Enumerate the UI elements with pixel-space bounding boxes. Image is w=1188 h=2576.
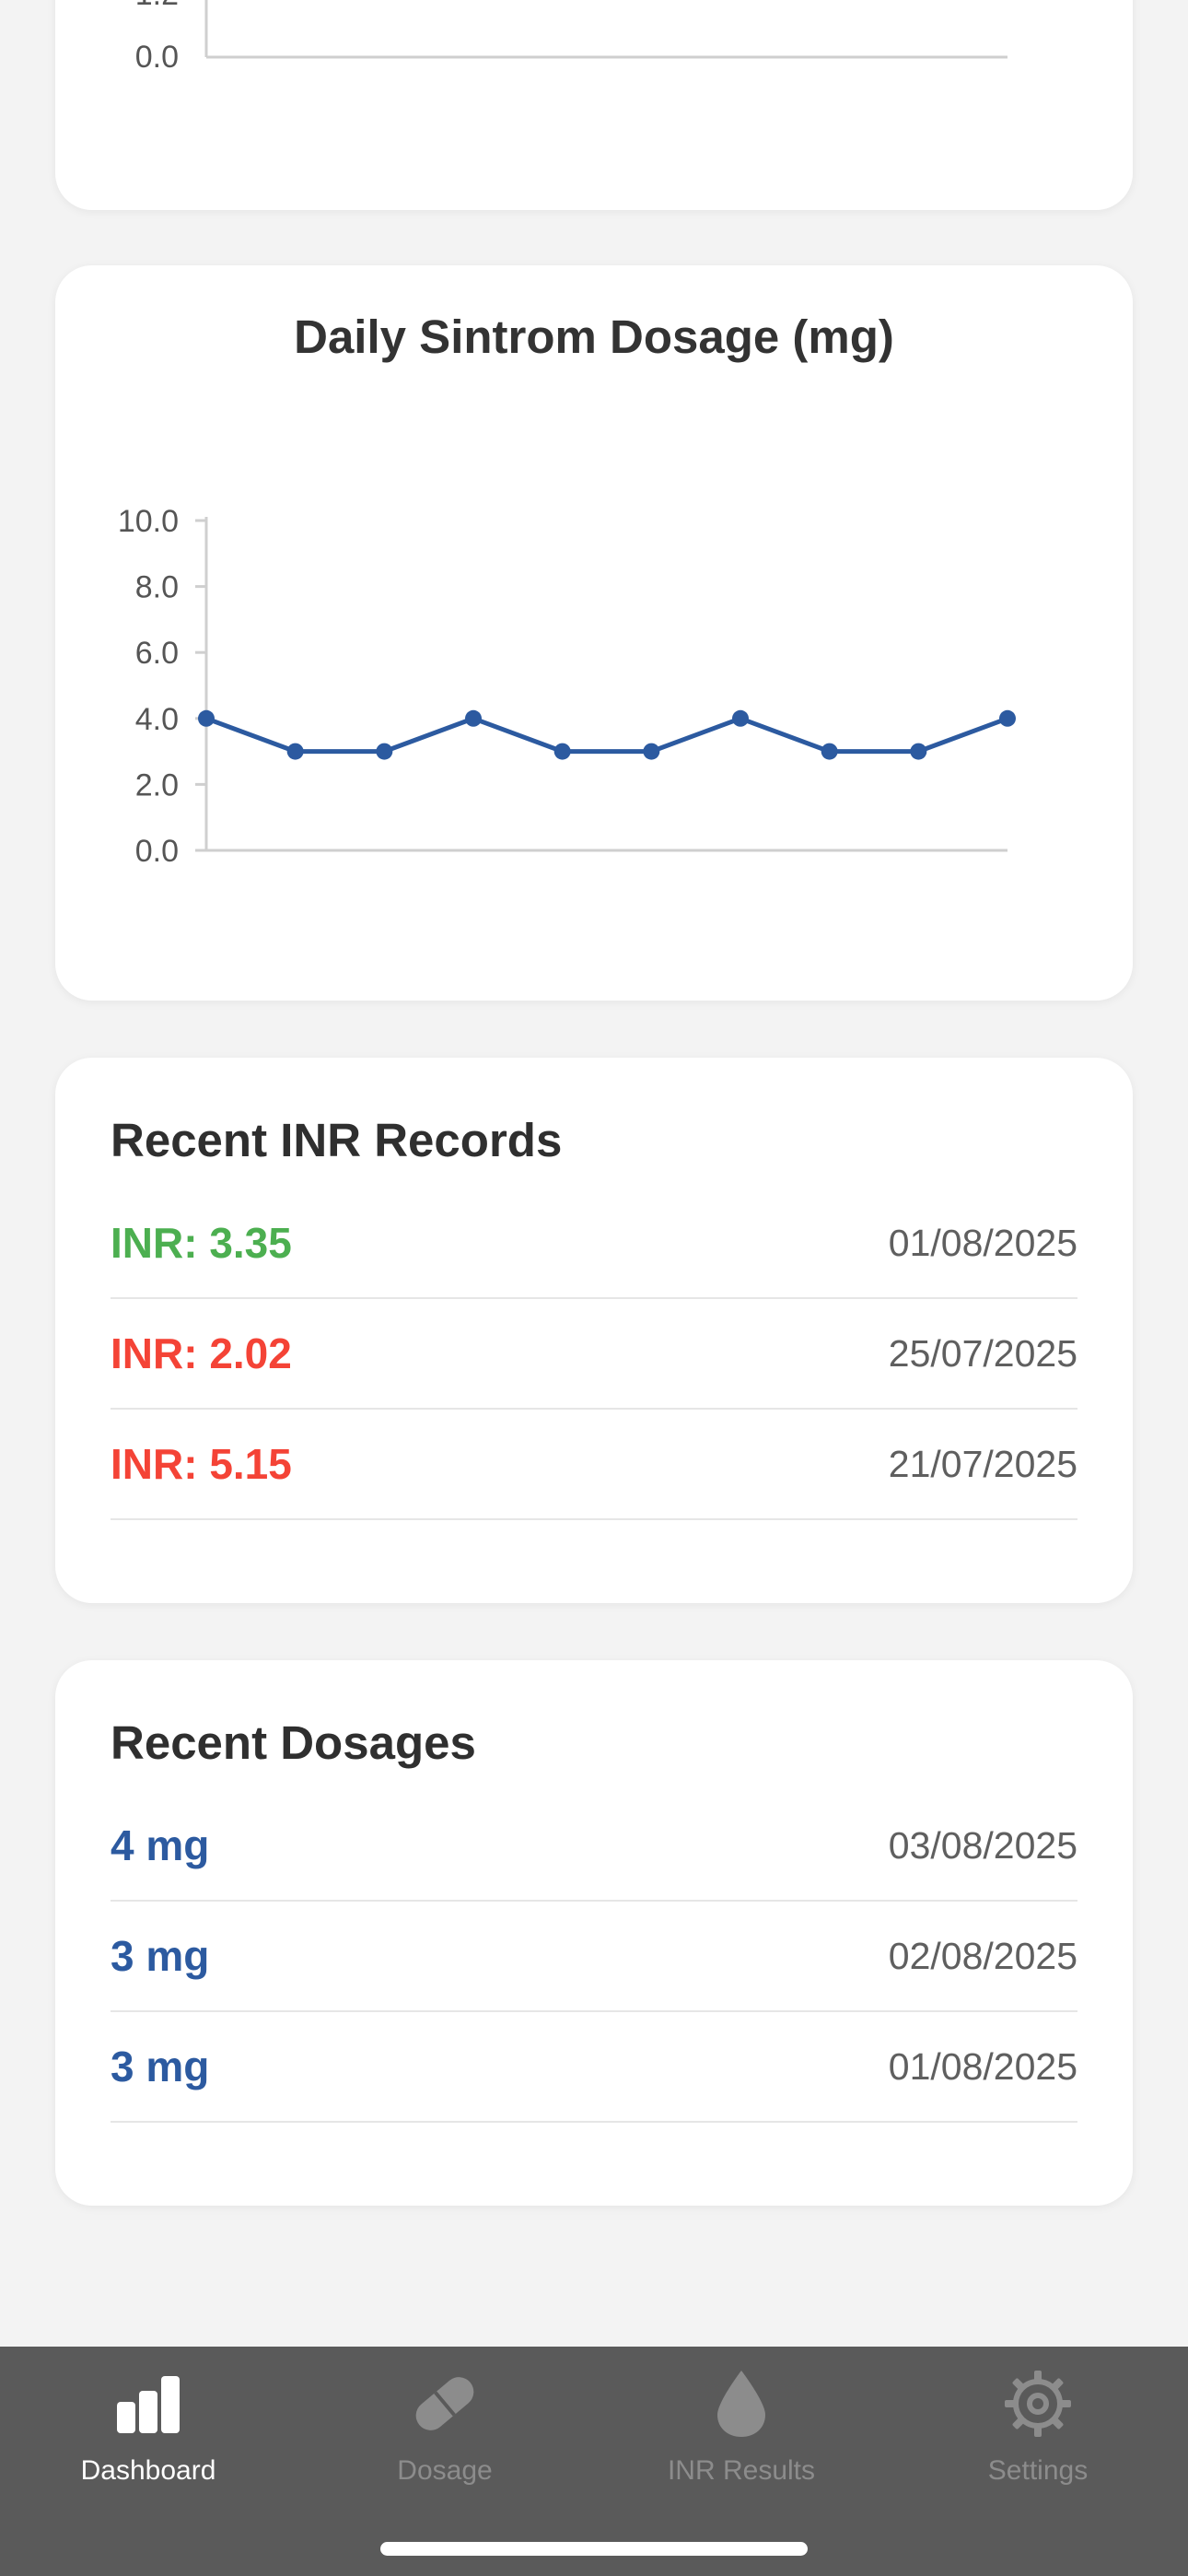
home-indicator[interactable] (380, 2542, 808, 2556)
drop-icon (717, 2371, 765, 2437)
dosage-chart-tick-label: 8.0 (135, 570, 179, 605)
dosage-record-row[interactable]: 4 mg 03/08/2025 (111, 1791, 1077, 1902)
inr-record-row[interactable]: INR: 5.15 21/07/2025 (111, 1410, 1077, 1520)
dosage-data-point[interactable] (821, 743, 838, 760)
dosage-record-value: 3 mg (111, 2043, 210, 2090)
gear-icon (1005, 2371, 1071, 2437)
dosage-record-date: 03/08/2025 (888, 1823, 1077, 1867)
dosage-chart: 10.0 8.0 6.0 4.0 2.0 0.0 (118, 504, 1016, 869)
dosage-series-line (205, 716, 1008, 755)
dosage-record-value: 4 mg (111, 1821, 210, 1869)
inr-chart-tick-label: 1.2 (135, 0, 179, 12)
dosage-chart-card: Daily Sintrom Dosage (mg) 10.0 8.0 6.0 4.0 2… (55, 265, 1133, 1001)
recent-inr-title: Recent INR Records (111, 1114, 563, 1166)
dosage-chart-tick-label: 4.0 (135, 702, 179, 737)
dosage-record-row[interactable]: 3 mg 01/08/2025 (111, 2012, 1077, 2123)
inr-record-row[interactable]: INR: 2.02 25/07/2025 (111, 1299, 1077, 1410)
dosage-chart-tick-label: 6.0 (135, 636, 179, 671)
dosage-data-point[interactable] (999, 709, 1016, 727)
pill-icon (415, 2377, 474, 2430)
dosage-chart-tick-label: 2.0 (135, 767, 179, 802)
tab-settings[interactable]: Settings (890, 2347, 1186, 2531)
dosage-record-row[interactable]: 3 mg 02/08/2025 (111, 1902, 1077, 2012)
dosage-chart-tick-label: 0.0 (135, 834, 179, 869)
dosage-data-point[interactable] (198, 709, 215, 727)
tab-label: Settings (987, 2455, 1089, 2486)
tab-inr-results[interactable]: INR Results (593, 2347, 890, 2531)
dosage-data-point[interactable] (376, 743, 393, 760)
tab-dosage[interactable]: Dosage (297, 2347, 593, 2531)
inr-record-value: INR: 5.15 (111, 1440, 292, 1488)
dosage-data-point[interactable] (553, 743, 571, 760)
recent-dosages-title: Recent Dosages (111, 1716, 476, 1769)
recent-dosages-card: Recent Dosages 4 mg 03/08/2025 3 mg 02/0… (55, 1660, 1133, 2206)
dosage-record-date: 01/08/2025 (888, 2044, 1077, 2088)
dosage-chart-tick-label: 10.0 (118, 504, 179, 539)
tab-label: Dosage (397, 2455, 493, 2486)
inr-record-date: 01/08/2025 (888, 1221, 1077, 1264)
inr-record-date: 25/07/2025 (888, 1331, 1077, 1375)
dosage-record-value: 3 mg (111, 1932, 210, 1980)
recent-inr-card: Recent INR Records INR: 3.35 01/08/2025 … (55, 1058, 1133, 1603)
inr-chart-card: 1.2 0.0 (55, 0, 1133, 210)
tab-label: INR Results (667, 2455, 816, 2486)
bar-chart-icon (117, 2376, 180, 2433)
inr-chart-tick-label: 0.0 (135, 40, 179, 75)
dosage-data-point[interactable] (732, 709, 749, 727)
dosage-data-point[interactable] (286, 743, 304, 760)
inr-record-value: INR: 2.02 (111, 1329, 292, 1377)
inr-record-row[interactable]: INR: 3.35 01/08/2025 (111, 1188, 1077, 1299)
tab-label: Dashboard (80, 2455, 216, 2486)
tab-dashboard[interactable]: Dashboard (0, 2347, 297, 2531)
dosage-data-point[interactable] (910, 743, 927, 760)
inr-record-date: 21/07/2025 (888, 1442, 1077, 1485)
dosage-data-point[interactable] (643, 743, 660, 760)
dosage-data-point[interactable] (465, 709, 482, 727)
dosage-record-date: 02/08/2025 (888, 1934, 1077, 1977)
inr-chart: 1.2 0.0 (135, 0, 1007, 75)
inr-record-value: INR: 3.35 (111, 1219, 292, 1267)
